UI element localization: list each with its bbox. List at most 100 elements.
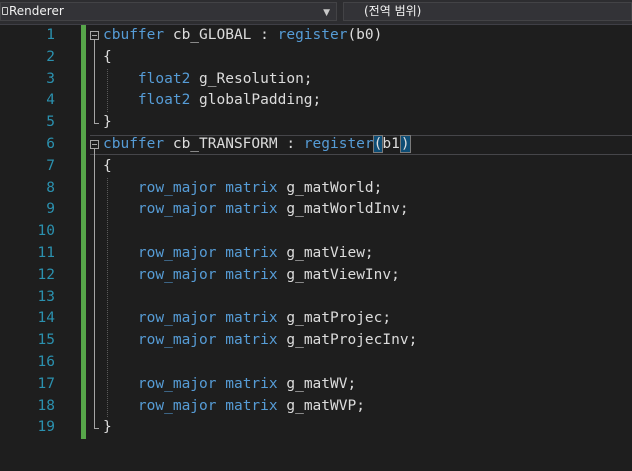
change-marker [81,112,86,134]
change-marker [81,68,86,91]
project-dropdown[interactable]: Renderer ▼ [0,2,337,21]
change-marker [81,134,86,156]
keyword-token: matrix [225,245,278,261]
scope-label: (전역 범위) [364,4,422,18]
code-token: { [103,48,112,65]
code-token: (b0) [347,27,383,43]
code-token: g_matWVP; [277,397,365,414]
indent-guide [107,68,108,113]
line-number: 8 [46,179,55,196]
code-token: g_matProjec; [277,310,392,327]
code-token: b1 [382,136,400,152]
keyword-token: row_major [137,332,217,349]
outline-end-tick [94,428,99,430]
change-marker [81,25,86,47]
line-number: 18 [37,397,55,414]
line-number: 11 [37,245,55,261]
keyword-token: row_major [137,310,217,327]
keyword-token: row_major [137,245,217,261]
keyword-token: row_major [137,397,217,414]
keyword-token: register [277,27,348,43]
keyword-token: matrix [225,375,278,392]
line-number: 3 [46,70,55,87]
keyword-token: matrix [225,310,278,327]
line-number: 1 [46,27,55,43]
change-marker [81,286,86,309]
navigation-bar: Renderer ▼ (전역 범위) [0,0,632,25]
keyword-token: cbuffer [103,136,165,152]
code-editor[interactable]: 1 cbuffer cb_GLOBAL : register(b0) 2{3 flo… [0,25,632,471]
keyword-token: row_major [137,266,217,283]
line-number: 2 [46,48,55,65]
line-number: 16 [37,354,55,370]
code-token: cb_GLOBAL : [164,27,278,43]
code-text: float2 g_Resolution; [103,69,313,91]
change-marker [81,352,86,374]
change-marker [81,373,86,396]
code-token: g_matView; [277,245,374,261]
chevron-down-icon[interactable]: ▼ [323,5,330,20]
keyword-token: row_major [137,179,217,196]
matched-paren: ) [399,135,411,153]
line-number: 6 [46,136,55,152]
keyword-token: row_major [137,201,217,218]
line-number: 10 [37,223,55,240]
code-text: row_major matrix g_matViewInv; [103,265,400,287]
code-text: row_major matrix g_matWorld; [103,178,382,200]
keyword-token: cbuffer [103,27,165,43]
collapse-outline-icon[interactable] [90,31,99,40]
line-number: 7 [46,157,55,174]
indent-guide [107,177,108,418]
change-marker [81,243,86,265]
code-text: row_major matrix g_matWVP; [103,396,365,418]
keyword-token: matrix [225,397,278,414]
code-text: row_major matrix g_matWV; [103,374,356,396]
change-marker [81,177,86,200]
keyword-token: float2 [137,92,191,109]
line-number: 17 [37,375,55,392]
code-token: } [103,114,112,131]
code-token: g_matProjecInv; [277,332,418,349]
keyword-token: matrix [225,332,278,349]
code-token: cb_TRANSFORM : [164,136,304,152]
code-token: g_matViewInv; [277,266,400,283]
change-marker [81,221,86,243]
change-marker [81,417,86,440]
code-text: row_major matrix g_matWorldInv; [103,199,409,221]
change-marker [81,308,86,331]
keyword-token: matrix [225,266,278,283]
change-marker [81,90,86,113]
scope-dropdown[interactable]: (전역 범위) [343,2,632,21]
collapse-outline-icon[interactable] [90,140,99,149]
change-marker [81,330,86,352]
code-token: globalPadding; [190,92,322,109]
change-marker [81,155,86,178]
line-number: 4 [46,92,55,109]
keyword-token: row_major [137,375,217,392]
line-number: 15 [37,332,55,349]
outline-line [94,40,95,124]
code-text: { [103,156,112,178]
keyword-token: register [303,136,374,152]
code-token: { [103,157,112,174]
code-token: g_Resolution; [190,70,313,87]
change-marker [81,395,86,418]
keyword-token: float2 [137,70,191,87]
change-marker [81,46,86,69]
code-text: } [103,112,112,134]
